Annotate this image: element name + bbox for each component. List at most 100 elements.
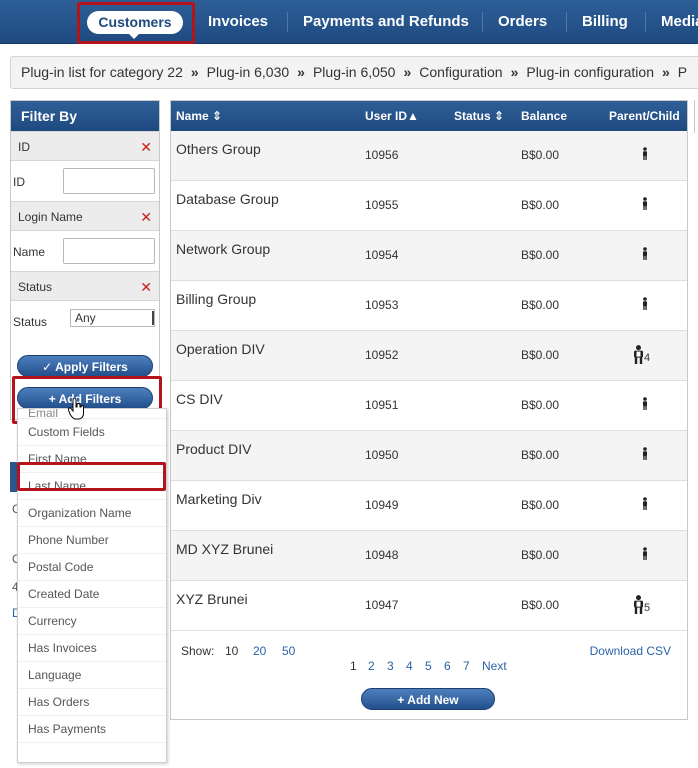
page-link-2[interactable]: 2 <box>368 659 375 673</box>
page-size-10[interactable]: 10 <box>225 644 238 658</box>
parent-child-cell[interactable] <box>642 297 648 310</box>
dropdown-item-email[interactable]: Email <box>18 409 166 419</box>
customer-user-id: 10948 <box>365 548 399 562</box>
parent-child-cell[interactable] <box>642 197 648 210</box>
customer-balance: B$0.00 <box>521 448 560 462</box>
child-count: 4 <box>644 352 651 364</box>
breadcrumb-separator: » <box>403 64 412 80</box>
active-tab-pointer <box>128 33 140 39</box>
breadcrumb-link[interactable]: Plug-in list for category 22 <box>21 64 183 80</box>
customer-name[interactable]: Marketing Div <box>176 491 262 507</box>
customer-name[interactable]: Billing Group <box>176 291 256 307</box>
filter-section-body: Name <box>11 231 159 271</box>
add-new-button[interactable]: + Add New <box>361 688 495 710</box>
remove-filter-icon[interactable]: ✕ <box>140 132 152 162</box>
customer-name[interactable]: Database Group <box>176 191 279 207</box>
table-row[interactable]: Billing Group 10953 B$0.00 <box>171 281 687 331</box>
parent-child-cell[interactable] <box>642 397 648 410</box>
parent-child-cell[interactable] <box>642 497 648 510</box>
nav-tab-media[interactable]: Media <box>661 0 698 44</box>
customer-name[interactable]: CS DIV <box>176 391 223 407</box>
filter-section-header: ID ✕ <box>11 131 159 161</box>
parent-child-cell[interactable] <box>642 447 648 460</box>
customer-name[interactable]: Network Group <box>176 241 270 257</box>
customer-name[interactable]: MD XYZ Brunei <box>176 541 273 557</box>
table-row[interactable]: Others Group 10956 B$0.00 <box>171 131 687 181</box>
apply-filters-label: Apply Filters <box>55 360 128 374</box>
nav-tab-billing[interactable]: Billing <box>582 0 628 44</box>
customer-user-id: 10954 <box>365 248 399 262</box>
page-link-6[interactable]: 6 <box>444 659 451 673</box>
nav-tab-payments-and-refunds[interactable]: Payments and Refunds <box>303 0 469 44</box>
breadcrumb-link[interactable]: Plug-in 6,050 <box>313 64 396 80</box>
table-row[interactable]: Network Group 10954 B$0.00 <box>171 231 687 281</box>
status-select[interactable]: Any <box>70 309 155 327</box>
table-row[interactable]: Operation DIV 10952 B$0.00 4 <box>171 331 687 381</box>
table-row[interactable]: Product DIV 10950 B$0.00 <box>171 431 687 481</box>
dropdown-item-phone-number[interactable]: Phone Number <box>18 527 166 554</box>
filter-section-header: Status ✕ <box>11 271 159 301</box>
page-size-20[interactable]: 20 <box>253 644 266 658</box>
table-row[interactable]: CS DIV 10951 B$0.00 <box>171 381 687 431</box>
table-row[interactable]: XYZ Brunei 10947 B$0.00 5 <box>171 581 687 631</box>
table-row[interactable]: MD XYZ Brunei 10948 B$0.00 <box>171 531 687 581</box>
person-icon <box>643 397 647 410</box>
column-header-balance[interactable]: Balance <box>521 101 567 131</box>
page-size-50[interactable]: 50 <box>282 644 295 658</box>
column-header-user-id[interactable]: User ID▲ <box>365 101 419 131</box>
parent-person-icon <box>634 345 643 364</box>
parent-child-cell[interactable] <box>642 547 648 560</box>
dropdown-item-last-name[interactable]: Last Name <box>18 473 166 500</box>
dropdown-item-currency[interactable]: Currency <box>18 608 166 635</box>
customer-name[interactable]: Others Group <box>176 141 261 157</box>
customer-balance: B$0.00 <box>521 198 560 212</box>
breadcrumb: Plug-in list for category 22 » Plug-in 6,0… <box>10 56 698 89</box>
table-row[interactable]: Marketing Div 10949 B$0.00 <box>171 481 687 531</box>
apply-filters-button[interactable]: ✓ Apply Filters <box>17 355 153 377</box>
page-link-4[interactable]: 4 <box>406 659 413 673</box>
parent-child-cell[interactable] <box>642 147 648 160</box>
remove-filter-icon[interactable]: ✕ <box>140 272 152 302</box>
filter-section-title: ID <box>18 140 30 154</box>
breadcrumb-link[interactable]: Configuration <box>419 64 502 80</box>
dropdown-item-postal-code[interactable]: Postal Code <box>18 554 166 581</box>
remove-filter-icon[interactable]: ✕ <box>140 202 152 232</box>
customer-user-id: 10949 <box>365 498 399 512</box>
table-row[interactable]: Database Group 10955 B$0.00 <box>171 181 687 231</box>
parent-child-cell[interactable]: 5 <box>633 595 650 614</box>
dropdown-item-organization-name[interactable]: Organization Name <box>18 500 166 527</box>
page-link-7[interactable]: 7 <box>463 659 470 673</box>
page-link-5[interactable]: 5 <box>425 659 432 673</box>
dropdown-item-language[interactable]: Language <box>18 662 166 689</box>
login-name-input[interactable] <box>63 238 155 264</box>
customer-balance: B$0.00 <box>521 498 560 512</box>
parent-person-icon <box>634 595 643 614</box>
dropdown-item-has-orders[interactable]: Has Orders <box>18 689 166 716</box>
customer-name[interactable]: XYZ Brunei <box>176 591 248 607</box>
nav-tab-customers[interactable]: Customers <box>87 11 183 34</box>
id-input[interactable] <box>63 168 155 194</box>
breadcrumb-link[interactable]: Plug-in configuration <box>526 64 654 80</box>
customer-name[interactable]: Product DIV <box>176 441 251 457</box>
dropdown-item-has-invoices[interactable]: Has Invoices <box>18 635 166 662</box>
table-header: Name ⇕ User ID▲ Status ⇕ Balance Parent/… <box>171 101 687 131</box>
column-header-name[interactable]: Name ⇕ <box>176 101 222 131</box>
dropdown-item-created-date[interactable]: Created Date <box>18 581 166 608</box>
page-link-3[interactable]: 3 <box>387 659 394 673</box>
dropdown-item-has-payments[interactable]: Has Payments <box>18 716 166 743</box>
dropdown-item-custom-fields[interactable]: Custom Fields <box>18 419 166 446</box>
parent-child-cell[interactable] <box>642 247 648 260</box>
column-header-status[interactable]: Status ⇕ <box>454 101 504 131</box>
breadcrumb-separator: » <box>297 64 305 80</box>
nav-tab-orders[interactable]: Orders <box>498 0 547 44</box>
page-link-1[interactable]: 1 <box>350 659 357 673</box>
next-page-link[interactable]: Next <box>482 659 507 673</box>
nav-tab-invoices[interactable]: Invoices <box>208 0 268 44</box>
parent-child-cell[interactable]: 4 <box>633 345 650 364</box>
breadcrumb-link[interactable]: P <box>678 64 687 80</box>
breadcrumb-link[interactable]: Plug-in 6,030 <box>207 64 290 80</box>
customer-name[interactable]: Operation DIV <box>176 341 265 357</box>
person-icon <box>643 497 647 510</box>
download-csv-link[interactable]: Download CSV <box>590 644 671 658</box>
dropdown-item-first-name[interactable]: First Name <box>18 446 166 473</box>
